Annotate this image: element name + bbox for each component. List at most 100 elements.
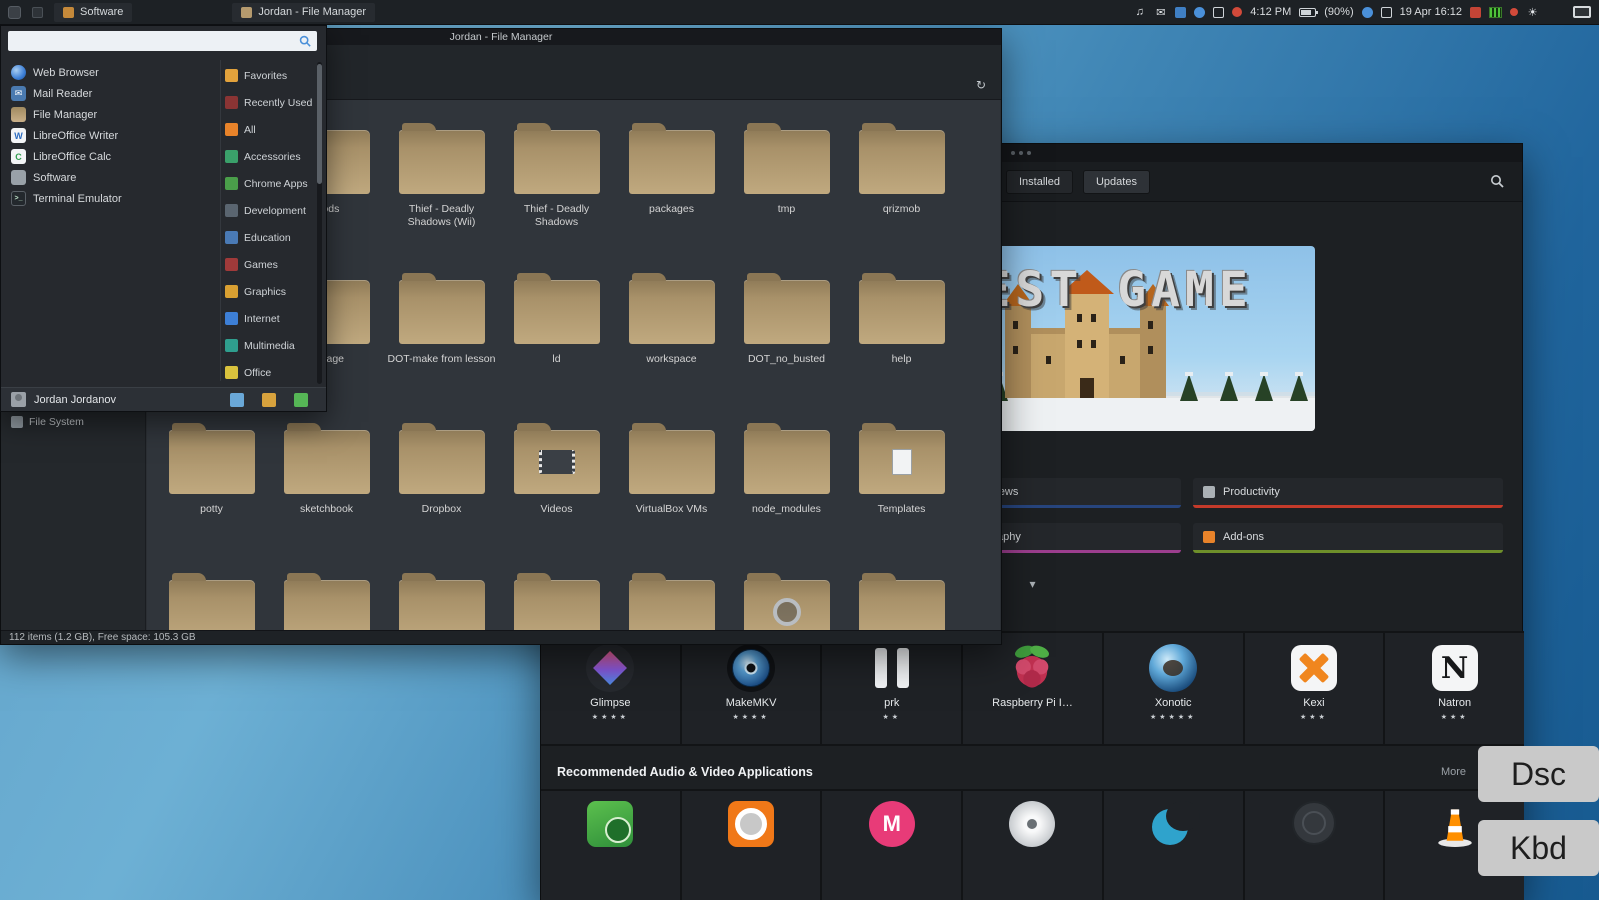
- clock[interactable]: 4:12 PM: [1250, 6, 1291, 18]
- folder-item[interactable]: ld: [499, 272, 614, 422]
- folder-item[interactable]: help: [844, 272, 959, 422]
- menu-item-libreoffice-writer[interactable]: LibreOffice Writer: [7, 125, 215, 146]
- cpu-graph-icon[interactable]: [1489, 6, 1502, 18]
- category-education[interactable]: Education: [225, 224, 315, 251]
- folder-item[interactable]: DOT-make from lesson: [384, 272, 499, 422]
- folder-item[interactable]: workspace: [614, 272, 729, 422]
- reload-icon[interactable]: [973, 77, 989, 93]
- folder-item[interactable]: packages: [614, 122, 729, 272]
- app-tile[interactable]: [822, 791, 962, 900]
- menu-category-list: Favorites Recently Used All Accessories …: [225, 62, 315, 386]
- bluetooth-icon[interactable]: [1194, 6, 1206, 18]
- taskbar-button-software[interactable]: Software: [54, 2, 133, 22]
- category-development[interactable]: Development: [225, 197, 315, 224]
- dsc-overlay-button[interactable]: Dsc: [1478, 746, 1599, 802]
- category-label: Internet: [244, 312, 280, 325]
- folder-item[interactable]: [844, 572, 959, 630]
- category-games[interactable]: Games: [225, 251, 315, 278]
- category-chrome-apps[interactable]: Chrome Apps: [225, 170, 315, 197]
- lock-screen-icon[interactable]: [262, 392, 276, 407]
- category-internet[interactable]: Internet: [225, 305, 315, 332]
- recommended-section-header: Recommended Audio & Video Applications M…: [557, 765, 1506, 779]
- menu-item-file-manager[interactable]: File Manager: [7, 104, 215, 125]
- folder-item[interactable]: sketchbook: [269, 422, 384, 572]
- kbd-overlay-button[interactable]: Kbd: [1478, 820, 1599, 876]
- folder-item[interactable]: DOT_no_busted: [729, 272, 844, 422]
- folder-item[interactable]: node_modules: [729, 422, 844, 572]
- category-recently-used[interactable]: Recently Used: [225, 89, 315, 116]
- category-all[interactable]: All: [225, 116, 315, 143]
- app-tile[interactable]: [963, 791, 1102, 900]
- folder-icon: [398, 423, 485, 494]
- folder-item[interactable]: [729, 572, 844, 630]
- app-tile-makemkv[interactable]: MakeMKV ★★★★: [681, 633, 821, 744]
- app-tile-kexi[interactable]: Kexi ★★★: [1244, 633, 1384, 744]
- clock-date[interactable]: 19 Apr 16:12: [1400, 6, 1462, 18]
- folder-item[interactable]: Templates: [844, 422, 959, 572]
- folder-item[interactable]: Thief - Deadly Shadows: [499, 122, 614, 272]
- screenshot-icon[interactable]: [1380, 6, 1392, 18]
- battery-icon[interactable]: [1299, 7, 1319, 17]
- office-icon: [225, 366, 238, 379]
- indicator-icon[interactable]: [1361, 6, 1373, 18]
- tab-updates[interactable]: Updates: [1082, 170, 1150, 194]
- kexi-icon: [1290, 645, 1337, 691]
- folder-item[interactable]: tmp: [729, 122, 844, 272]
- folder-item[interactable]: Videos: [499, 422, 614, 572]
- folder-item[interactable]: Thief - Deadly Shadows (Wii): [384, 122, 499, 272]
- folder-item[interactable]: [269, 572, 384, 630]
- category-productivity[interactable]: Productivity: [1193, 478, 1503, 508]
- menu-item-software[interactable]: Software: [7, 167, 215, 188]
- tab-installed[interactable]: Installed: [1006, 170, 1073, 194]
- show-desktop-button[interactable]: [32, 6, 43, 18]
- folder-item[interactable]: VirtualBox VMs: [614, 422, 729, 572]
- app-tile[interactable]: [1244, 791, 1384, 900]
- menu-item-libreoffice-calc[interactable]: LibreOffice Calc: [7, 146, 215, 167]
- app-tile-glimpse[interactable]: Glimpse ★★★★: [541, 633, 680, 744]
- productivity-icon: [1203, 485, 1215, 498]
- category-office[interactable]: Office: [225, 359, 315, 386]
- app-tile-raspberry-pi[interactable]: Raspberry Pi I…: [963, 633, 1102, 744]
- category-multimedia[interactable]: Multimedia: [225, 332, 315, 359]
- folder-item[interactable]: [154, 572, 269, 630]
- notification-icon[interactable]: [1232, 7, 1243, 17]
- volume-icon[interactable]: [1133, 6, 1146, 19]
- brightness-icon[interactable]: [1526, 6, 1539, 19]
- app-tile[interactable]: [1103, 791, 1243, 900]
- app-tile-natron[interactable]: Natron ★★★: [1385, 633, 1524, 744]
- folder-item[interactable]: [499, 572, 614, 630]
- folder-item[interactable]: [614, 572, 729, 630]
- category-accessories[interactable]: Accessories: [225, 143, 315, 170]
- sidebar-item-file-system[interactable]: File System: [1, 416, 145, 428]
- menu-item-mail-reader[interactable]: Mail Reader: [7, 83, 215, 104]
- search-icon[interactable]: [1490, 174, 1504, 193]
- recommended-apps-row: [541, 789, 1524, 900]
- category-scrollbar[interactable]: [317, 62, 322, 384]
- log-out-icon[interactable]: [294, 392, 308, 407]
- taskbar-button-file-manager[interactable]: Jordan - File Manager: [232, 2, 376, 22]
- folder-icon: [743, 123, 830, 194]
- menu-item-web-browser[interactable]: Web Browser: [7, 62, 215, 83]
- folder-item[interactable]: qrizmob: [844, 122, 959, 272]
- folder-item[interactable]: [384, 572, 499, 630]
- search-input[interactable]: [14, 35, 295, 47]
- app-tile-prk[interactable]: prk ★★: [822, 633, 962, 744]
- menu-item-terminal[interactable]: Terminal Emulator: [7, 188, 215, 209]
- display-icon[interactable]: [1573, 6, 1591, 18]
- applications-menu-button[interactable]: [8, 5, 21, 19]
- category-graphics[interactable]: Graphics: [225, 278, 315, 305]
- weather-icon[interactable]: [1470, 6, 1481, 18]
- app-tile[interactable]: [541, 791, 680, 900]
- mail-notification-icon[interactable]: [1154, 6, 1167, 19]
- clipboard-icon[interactable]: [1213, 6, 1225, 18]
- folder-item[interactable]: potty: [154, 422, 269, 572]
- more-link[interactable]: More: [1441, 766, 1466, 778]
- category-add-ons[interactable]: Add-ons: [1193, 523, 1503, 553]
- category-favorites[interactable]: Favorites: [225, 62, 315, 89]
- record-icon[interactable]: [1510, 8, 1518, 16]
- settings-icon[interactable]: [230, 392, 244, 407]
- folder-item[interactable]: Dropbox: [384, 422, 499, 572]
- network-icon[interactable]: [1175, 6, 1187, 18]
- app-tile-xonotic[interactable]: Xonotic ★★★★★: [1103, 633, 1243, 744]
- app-tile[interactable]: [681, 791, 821, 900]
